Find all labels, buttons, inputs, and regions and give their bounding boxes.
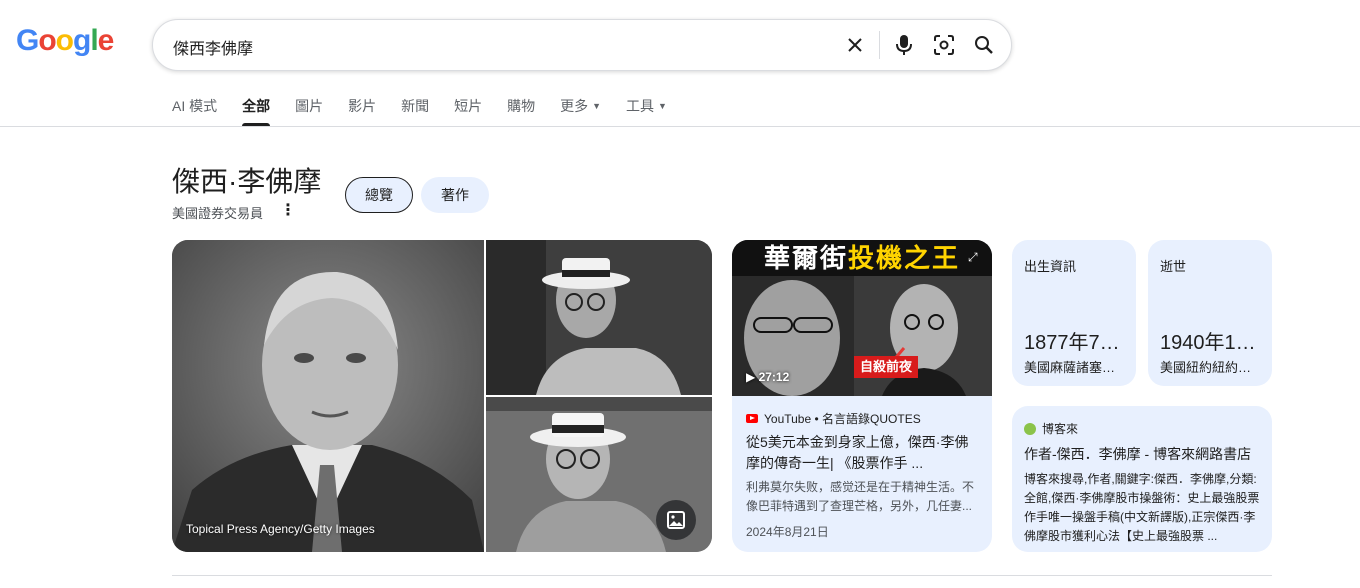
- lens-icon[interactable]: [931, 32, 957, 58]
- logo-letter: e: [97, 24, 115, 57]
- caret-down-icon: ▼: [658, 101, 667, 111]
- fact-value: 1940年1…: [1160, 332, 1256, 354]
- video-snippet: 利弗莫尔失败，感觉还是在于精神生活。不像巴菲特遇到了查理芒格，另外，几任妻...: [746, 480, 975, 513]
- video-title[interactable]: 從5美元本金到身家上億，傑西·李佛摩的傳奇一生| 《股票作手 ...: [746, 432, 978, 474]
- tab-all[interactable]: 全部: [242, 96, 271, 126]
- banner-highlight: 投機之王: [848, 243, 961, 273]
- tab-tools[interactable]: 工具 ▼: [626, 96, 667, 126]
- image-search-button[interactable]: [656, 500, 696, 540]
- fact-label: 出生資訊: [1024, 259, 1077, 274]
- search-tabs: AI 模式 全部 圖片 影片 新聞 短片 購物 更多 ▼ 工具 ▼: [172, 96, 692, 126]
- more-options-icon[interactable]: ⋮: [280, 200, 296, 220]
- web-result-snippet: 博客來搜尋,作者,關鍵字:傑西．李佛摩,分類:全館,傑西·李佛摩股市操盤術：史上…: [1024, 472, 1260, 543]
- fact-card-birth[interactable]: 出生資訊 1877年7… 美國麻薩諸塞…: [1012, 240, 1136, 386]
- tab-label: 短片: [454, 98, 483, 114]
- tab-shopping[interactable]: 購物: [507, 96, 535, 126]
- entity-title: 傑西·李佛摩: [172, 166, 322, 197]
- logo-letter: l: [90, 24, 98, 57]
- logo-letter: g: [73, 24, 91, 57]
- video-date: 2024年8月21日: [746, 525, 829, 539]
- video-banner: 華爾街投機之王: [732, 240, 992, 276]
- section-divider: [172, 575, 1272, 576]
- tab-news[interactable]: 新聞: [401, 96, 429, 126]
- tab-ai-mode[interactable]: AI 模式: [172, 96, 217, 126]
- chip-works[interactable]: 著作: [421, 177, 489, 213]
- clear-icon[interactable]: [842, 32, 868, 58]
- search-box[interactable]: 傑西李佛摩: [152, 19, 1012, 71]
- youtube-icon: [746, 414, 758, 423]
- chip-overview[interactable]: 總覽: [345, 177, 413, 213]
- logo-letter: G: [16, 24, 39, 57]
- web-source: 博客來: [1024, 420, 1078, 437]
- search-icon[interactable]: [971, 32, 997, 58]
- web-result-card[interactable]: 博客來 作者-傑西．李佛摩 - 博客來網路書店 博客來搜尋,作者,關鍵字:傑西．…: [1012, 406, 1272, 552]
- tab-images[interactable]: 圖片: [295, 96, 323, 126]
- tab-label: 新聞: [401, 98, 430, 114]
- google-logo[interactable]: Google: [16, 24, 115, 64]
- mic-icon[interactable]: [891, 32, 917, 58]
- fact-card-death[interactable]: 逝世 1940年1… 美國紐約紐約…: [1148, 240, 1272, 386]
- fact-place: 美國紐約紐約…: [1160, 360, 1252, 375]
- banner-text: 華爾街: [763, 243, 848, 273]
- tab-more[interactable]: 更多 ▼: [560, 96, 601, 126]
- portrait-photo-main[interactable]: Topical Press Agency/Getty Images: [172, 240, 484, 552]
- tab-label: 影片: [348, 98, 377, 114]
- logo-letter: o: [55, 24, 74, 57]
- fact-place: 美國麻薩諸塞…: [1024, 360, 1116, 375]
- image-icon: [667, 511, 685, 529]
- video-thumbnail[interactable]: 華爾街投機之王 ⤢ 自殺前夜 ▶ 27:12: [732, 240, 992, 396]
- search-input[interactable]: 傑西李佛摩: [173, 35, 253, 59]
- image-credit: Topical Press Agency/Getty Images: [186, 522, 375, 536]
- logo-letter: o: [38, 24, 56, 57]
- video-source: YouTube • 名言語錄QUOTES: [746, 410, 921, 427]
- portrait-illustration: [172, 240, 484, 552]
- web-source-label: 博客來: [1042, 422, 1079, 436]
- portrait-photo-hat-1[interactable]: [486, 240, 712, 395]
- portrait-photo-hat-2[interactable]: [486, 397, 712, 552]
- tab-label: 圖片: [295, 98, 324, 114]
- video-stamp: 自殺前夜: [854, 356, 918, 378]
- tabs-divider: [0, 126, 1360, 127]
- video-source-label: YouTube • 名言語錄QUOTES: [764, 412, 921, 426]
- fact-label: 逝世: [1160, 259, 1187, 274]
- caret-down-icon: ▼: [592, 101, 602, 111]
- site-favicon-icon: [1024, 422, 1036, 435]
- entity-subtitle: 美國證券交易員: [172, 206, 264, 221]
- tab-label: 更多: [560, 98, 589, 114]
- video-duration: ▶ 27:12: [746, 370, 790, 384]
- tab-label: AI 模式: [172, 98, 218, 114]
- tab-label: 全部: [242, 98, 271, 114]
- video-result-card[interactable]: 華爾街投機之王 ⤢ 自殺前夜 ▶ 27:12 YouTube • 名言語錄QUO…: [732, 240, 992, 552]
- tab-shorts[interactable]: 短片: [454, 96, 482, 126]
- tab-label: 工具: [626, 98, 655, 114]
- web-result-title[interactable]: 作者-傑西．李佛摩 - 博客來網路書店: [1024, 444, 1264, 464]
- fact-value: 1877年7…: [1024, 332, 1120, 354]
- search-divider: [879, 31, 880, 59]
- expand-icon[interactable]: ⤢: [968, 250, 978, 265]
- hat-portrait-illustration: [486, 240, 712, 395]
- tab-label: 購物: [507, 98, 536, 114]
- tab-videos[interactable]: 影片: [348, 96, 376, 126]
